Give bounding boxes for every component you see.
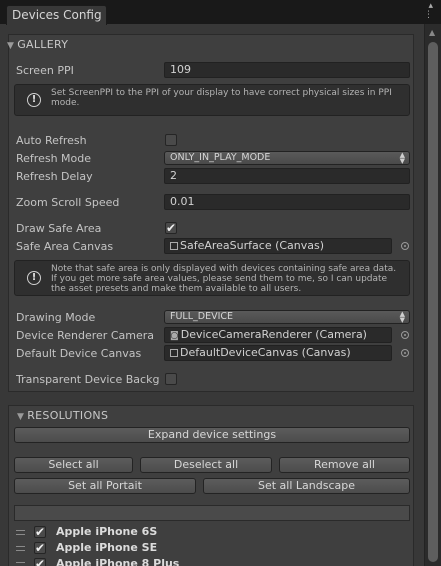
draw-safe-area-label: Draw Safe Area [16, 222, 102, 235]
auto-refresh-checkbox[interactable] [165, 134, 177, 146]
screen-ppi-field[interactable]: 109 [164, 62, 410, 78]
expand-device-settings-button[interactable]: Expand device settings [14, 427, 410, 443]
kebab-menu-icon[interactable]: ⋮ [424, 11, 433, 20]
remove-all-button[interactable]: Remove all [279, 457, 410, 473]
refresh-mode-value: ONLY_IN_PLAY_MODE [170, 152, 271, 163]
drag-handle-icon[interactable] [16, 562, 25, 566]
ppi-help-box: ! Set ScreenPPI to the PPI of your displ… [14, 84, 410, 116]
drag-handle-icon[interactable] [16, 546, 25, 551]
triangle-down-icon: ▼ [17, 412, 25, 422]
zoom-scroll-speed-label: Zoom Scroll Speed [16, 196, 120, 209]
refresh-mode-dropdown[interactable]: ONLY_IN_PLAY_MODE ▲ ▼ [164, 151, 410, 165]
default-device-canvas-label: Default Device Canvas [16, 347, 142, 360]
device-name: Apple iPhone 6S [56, 525, 158, 538]
safe-area-canvas-field[interactable]: SafeAreaSurface (Canvas) [164, 238, 392, 254]
device-name: Apple iPhone SE [56, 541, 158, 554]
refresh-delay-label: Refresh Delay [16, 170, 93, 183]
safe-area-help-text: Note that safe area is only displayed wi… [51, 264, 397, 294]
dropdown-arrows-icon: ▲ ▼ [399, 310, 405, 324]
canvas-icon [170, 242, 178, 250]
window-tab-devices-config[interactable]: Devices Config [6, 5, 107, 25]
device-checkbox[interactable]: ✔ [34, 526, 46, 538]
deselect-all-button[interactable]: Deselect all [140, 457, 272, 473]
dropdown-arrows-icon: ▲ ▼ [399, 151, 405, 165]
select-all-button[interactable]: Select all [14, 457, 133, 473]
inspector-content: ▼ GALLERY Screen PPI 109 ! Set ScreenPPI … [0, 24, 424, 566]
window-menu-icons[interactable]: ▴ ⋮ [424, 2, 433, 20]
safe-area-canvas-label: Safe Area Canvas [16, 240, 114, 253]
set-all-landscape-button[interactable]: Set all Landscape [203, 478, 410, 494]
object-picker-icon[interactable] [401, 242, 409, 250]
canvas-icon [170, 349, 178, 357]
gallery-header[interactable]: ▼ GALLERY [7, 38, 68, 51]
drawing-mode-label: Drawing Mode [16, 311, 96, 324]
device-list-header [14, 505, 410, 521]
object-picker-icon[interactable] [401, 331, 409, 339]
auto-refresh-label: Auto Refresh [16, 134, 87, 147]
set-all-portrait-button[interactable]: Set all Portait [14, 478, 196, 494]
ppi-help-text: Set ScreenPPI to the PPI of your display… [51, 88, 392, 108]
refresh-mode-label: Refresh Mode [16, 152, 92, 165]
refresh-delay-field[interactable]: 2 [164, 168, 410, 184]
triangle-down-icon: ▼ [7, 41, 15, 51]
device-renderer-camera-label: Device Renderer Camera [16, 329, 154, 342]
object-picker-icon[interactable] [401, 349, 409, 357]
device-renderer-camera-value: DeviceCameraRenderer (Camera) [180, 328, 367, 341]
safe-area-help-box: ! Note that safe area is only displayed … [14, 260, 410, 296]
window-titlebar: Devices Config ▴ ⋮ [0, 0, 441, 25]
info-icon: ! [27, 93, 41, 107]
vertical-scrollbar[interactable]: ▲ [424, 24, 441, 566]
device-renderer-camera-field[interactable]: ◙ DeviceCameraRenderer (Camera) [164, 327, 392, 343]
drawing-mode-value: FULL_DEVICE [170, 311, 234, 322]
drag-handle-icon[interactable] [16, 530, 25, 535]
screen-ppi-label: Screen PPI [16, 64, 74, 77]
gallery-header-label: GALLERY [17, 38, 69, 51]
transparent-device-background-label: Transparent Device Backg [16, 373, 160, 386]
safe-area-canvas-value: SafeAreaSurface (Canvas) [180, 239, 325, 252]
scroll-up-arrow-icon[interactable]: ▲ [429, 28, 435, 37]
info-icon: ! [27, 271, 41, 285]
default-device-canvas-field[interactable]: DefaultDeviceCanvas (Canvas) [164, 345, 392, 361]
device-checkbox[interactable]: ✔ [34, 542, 46, 554]
device-checkbox[interactable]: ✔ [34, 558, 46, 566]
draw-safe-area-checkbox[interactable]: ✔ [165, 222, 177, 234]
drawing-mode-dropdown[interactable]: FULL_DEVICE ▲ ▼ [164, 310, 410, 324]
camera-icon: ◙ [170, 331, 179, 341]
resolutions-header-label: RESOLUTIONS [27, 409, 109, 422]
resolutions-header[interactable]: ▼ RESOLUTIONS [17, 409, 108, 422]
zoom-scroll-speed-field[interactable]: 0.01 [164, 194, 410, 210]
default-device-canvas-value: DefaultDeviceCanvas (Canvas) [180, 346, 351, 359]
transparent-device-background-checkbox[interactable] [165, 373, 177, 385]
scrollbar-thumb[interactable] [428, 42, 438, 562]
device-name: Apple iPhone 8 Plus [56, 557, 180, 566]
